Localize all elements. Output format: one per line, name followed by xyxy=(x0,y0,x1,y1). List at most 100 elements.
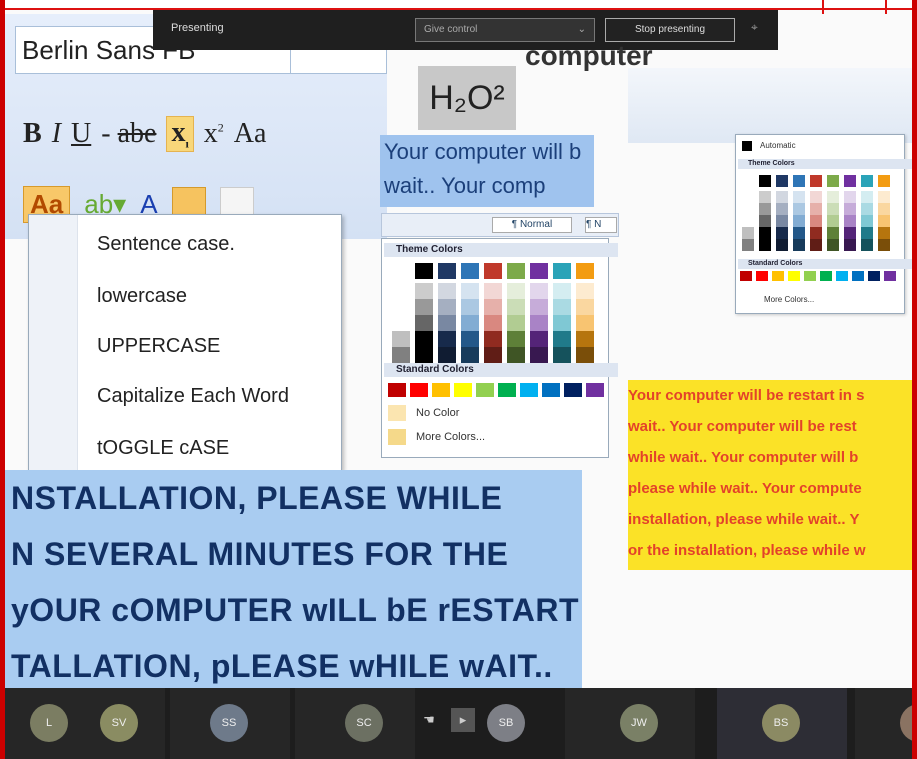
color-swatch[interactable] xyxy=(507,299,525,315)
color-swatch[interactable] xyxy=(415,347,433,363)
color-swatch[interactable] xyxy=(844,175,856,187)
color-swatch[interactable] xyxy=(861,191,873,203)
color-swatch[interactable] xyxy=(461,347,479,363)
raise-hand-icon[interactable]: ☚ xyxy=(417,708,441,732)
color-swatch[interactable] xyxy=(776,175,788,187)
standard-color-swatch[interactable] xyxy=(820,271,832,281)
standard-color-swatch[interactable] xyxy=(520,383,538,397)
color-swatch[interactable] xyxy=(553,315,571,331)
standard-color-swatch[interactable] xyxy=(772,271,784,281)
standard-color-swatch[interactable] xyxy=(586,383,604,397)
color-swatch[interactable] xyxy=(776,215,788,227)
standard-color-swatch[interactable] xyxy=(432,383,450,397)
color-swatch[interactable] xyxy=(392,283,410,299)
color-swatch[interactable] xyxy=(576,331,594,347)
color-swatch[interactable] xyxy=(776,191,788,203)
menu-item-toggle-case[interactable]: tOGGLE cASE xyxy=(97,437,229,460)
color-swatch[interactable] xyxy=(415,299,433,315)
color-swatch[interactable] xyxy=(484,315,502,331)
mini-more-colors-option[interactable]: More Colors... xyxy=(764,295,814,304)
color-swatch[interactable] xyxy=(507,315,525,331)
color-swatch[interactable] xyxy=(553,299,571,315)
color-swatch[interactable] xyxy=(759,227,771,239)
italic-button[interactable]: I xyxy=(52,118,61,150)
menu-item-sentence-case[interactable]: Sentence case. xyxy=(97,233,235,256)
color-swatch[interactable] xyxy=(878,239,890,251)
standard-color-swatch[interactable] xyxy=(804,271,816,281)
color-swatch[interactable] xyxy=(810,203,822,215)
color-swatch[interactable] xyxy=(827,203,839,215)
underline-button[interactable]: U xyxy=(71,118,91,150)
color-swatch[interactable] xyxy=(415,263,433,279)
color-swatch[interactable] xyxy=(844,239,856,251)
color-swatch[interactable] xyxy=(461,331,479,347)
color-swatch[interactable] xyxy=(742,239,754,251)
subscript-button[interactable]: xı xyxy=(166,115,194,153)
standard-color-swatch[interactable] xyxy=(756,271,768,281)
color-swatch[interactable] xyxy=(776,227,788,239)
color-swatch[interactable] xyxy=(415,315,433,331)
color-swatch[interactable] xyxy=(742,175,754,187)
color-swatch[interactable] xyxy=(878,203,890,215)
color-swatch[interactable] xyxy=(553,263,571,279)
standard-color-swatch[interactable] xyxy=(542,383,560,397)
standard-color-swatch[interactable] xyxy=(868,271,880,281)
no-color-option[interactable]: No Color xyxy=(388,405,604,423)
color-swatch[interactable] xyxy=(553,331,571,347)
color-swatch[interactable] xyxy=(415,331,433,347)
participant-tile[interactable]: SC xyxy=(295,688,415,759)
color-swatch[interactable] xyxy=(461,263,479,279)
color-swatch[interactable] xyxy=(878,215,890,227)
color-swatch[interactable] xyxy=(878,227,890,239)
participant-tile[interactable]: BS xyxy=(717,688,847,759)
color-swatch[interactable] xyxy=(810,227,822,239)
style-normal-button[interactable]: ¶ Normal xyxy=(492,217,572,233)
color-swatch[interactable] xyxy=(759,215,771,227)
color-swatch[interactable] xyxy=(793,175,805,187)
color-swatch[interactable] xyxy=(484,331,502,347)
standard-color-swatch[interactable] xyxy=(836,271,848,281)
color-swatch[interactable] xyxy=(878,191,890,203)
stop-presenting-button[interactable]: Stop presenting xyxy=(605,18,735,42)
color-swatch[interactable] xyxy=(576,299,594,315)
color-swatch[interactable] xyxy=(844,191,856,203)
menu-item-uppercase[interactable]: UPPERCASE xyxy=(97,335,220,358)
color-swatch[interactable] xyxy=(530,283,548,299)
color-swatch[interactable] xyxy=(827,175,839,187)
color-swatch[interactable] xyxy=(742,227,754,239)
color-swatch[interactable] xyxy=(861,175,873,187)
color-swatch[interactable] xyxy=(507,283,525,299)
standard-color-swatch[interactable] xyxy=(454,383,472,397)
color-swatch[interactable] xyxy=(742,191,754,203)
color-swatch[interactable] xyxy=(530,347,548,363)
color-swatch[interactable] xyxy=(484,263,502,279)
color-swatch[interactable] xyxy=(810,191,822,203)
color-swatch[interactable] xyxy=(861,239,873,251)
more-colors-option[interactable]: More Colors... xyxy=(388,429,604,447)
color-swatch[interactable] xyxy=(776,203,788,215)
participant-tile[interactable] xyxy=(855,688,917,759)
color-swatch[interactable] xyxy=(530,315,548,331)
superscript-button[interactable]: x2 xyxy=(204,118,224,150)
color-swatch[interactable] xyxy=(793,239,805,251)
color-swatch[interactable] xyxy=(844,215,856,227)
color-swatch[interactable] xyxy=(742,215,754,227)
color-swatch[interactable] xyxy=(484,299,502,315)
play-icon[interactable]: ▸ xyxy=(451,708,475,732)
color-swatch[interactable] xyxy=(793,191,805,203)
color-swatch[interactable] xyxy=(844,203,856,215)
color-swatch[interactable] xyxy=(415,283,433,299)
standard-color-swatch[interactable] xyxy=(388,383,406,397)
style-normal-2-button[interactable]: ¶ N xyxy=(585,217,617,233)
color-swatch[interactable] xyxy=(576,315,594,331)
color-swatch[interactable] xyxy=(793,215,805,227)
color-swatch[interactable] xyxy=(827,215,839,227)
color-swatch[interactable] xyxy=(392,347,410,363)
color-swatch[interactable] xyxy=(576,347,594,363)
standard-color-swatch[interactable] xyxy=(788,271,800,281)
color-swatch[interactable] xyxy=(827,227,839,239)
text-effects-button[interactable]: Aa xyxy=(234,118,267,150)
color-swatch[interactable] xyxy=(392,299,410,315)
color-swatch[interactable] xyxy=(576,283,594,299)
color-swatch[interactable] xyxy=(438,299,456,315)
